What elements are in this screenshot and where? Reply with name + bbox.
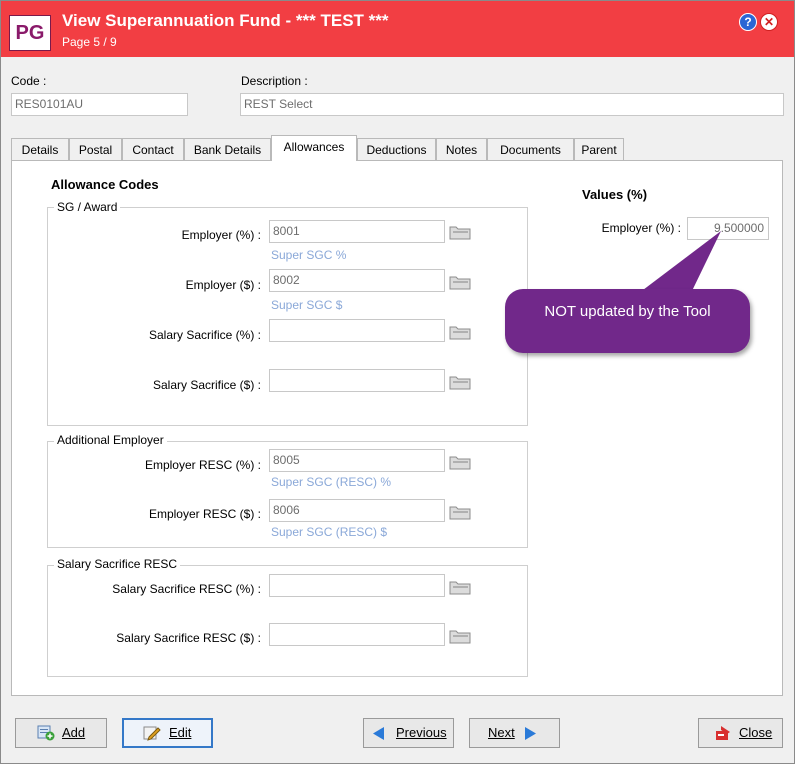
edit-pencil-icon (143, 726, 161, 741)
tab-bank-details[interactable]: Bank Details (184, 138, 271, 160)
next-button[interactable]: Next (469, 718, 560, 748)
app-logo: PG (9, 15, 51, 51)
folder-lookup-icon[interactable] (449, 223, 471, 241)
folder-lookup-icon[interactable] (449, 273, 471, 291)
employer-amt-hint: Super SGC $ (271, 298, 343, 312)
superannuation-fund-window: PG View Superannuation Fund - *** TEST *… (0, 0, 795, 764)
folder-lookup-icon[interactable] (449, 453, 471, 471)
employer-resc-pct-field[interactable]: 8005 (269, 449, 445, 472)
code-label: Code : (11, 74, 47, 88)
tab-documents[interactable]: Documents (487, 138, 574, 160)
tab-allowances[interactable]: Allowances (271, 135, 357, 161)
salary-sacrifice-pct-label: Salary Sacrifice (%) : (148, 328, 261, 342)
employer-resc-amt-field[interactable]: 8006 (269, 499, 445, 522)
values-heading: Values (%) (582, 187, 648, 202)
employer-pct-field[interactable]: 8001 (269, 220, 445, 243)
employer-amt-label: Employer ($) : (185, 278, 261, 292)
employer-resc-pct-label: Employer RESC (%) : (144, 458, 261, 472)
tab-contact[interactable]: Contact (122, 138, 184, 160)
salary-sacrifice-resc-pct-label: Salary Sacrifice RESC (%) : (112, 582, 261, 596)
folder-lookup-icon[interactable] (449, 373, 471, 391)
callout-text: NOT updated by the Tool (544, 303, 711, 320)
salary-sacrifice-resc-group-title: Salary Sacrifice RESC (54, 557, 181, 571)
additional-employer-group-title: Additional Employer (54, 433, 167, 447)
folder-lookup-icon[interactable] (449, 578, 471, 596)
salary-sacrifice-resc-amt-label: Salary Sacrifice RESC ($) : (116, 631, 261, 645)
edit-button[interactable]: Edit (122, 718, 213, 748)
arrow-right-icon (525, 727, 536, 740)
employer-resc-amt-hint: Super SGC (RESC) $ (271, 525, 388, 539)
page-indicator: Page 5 / 9 (62, 35, 117, 49)
code-field[interactable]: RES0101AU (11, 93, 188, 116)
salary-sacrifice-resc-pct-field[interactable] (269, 574, 445, 597)
close-window-icon[interactable]: ✕ (760, 13, 778, 31)
close-button-label: Close (739, 725, 773, 740)
previous-button[interactable]: Previous (363, 718, 454, 748)
description-label: Description : (241, 74, 308, 88)
next-button-label: Next (488, 725, 515, 740)
salary-sacrifice-amt-field[interactable] (269, 369, 445, 392)
employer-resc-amt-label: Employer RESC ($) : (148, 507, 261, 521)
description-field[interactable]: REST Select (240, 93, 784, 116)
allowance-codes-heading: Allowance Codes (51, 177, 159, 192)
callout-bubble: NOT updated by the Tool (505, 289, 750, 353)
tab-details[interactable]: Details (11, 138, 69, 160)
previous-button-label: Previous (396, 725, 447, 740)
arrow-left-icon (373, 727, 384, 740)
employer-amt-field[interactable]: 8002 (269, 269, 445, 292)
window-title: View Superannuation Fund - *** TEST *** (62, 11, 389, 30)
help-icon[interactable]: ? (739, 13, 757, 31)
employer-pct-label: Employer (%) : (181, 228, 261, 242)
folder-lookup-icon[interactable] (449, 627, 471, 645)
folder-lookup-icon[interactable] (449, 503, 471, 521)
salary-sacrifice-pct-field[interactable] (269, 319, 445, 342)
salary-sacrifice-amt-label: Salary Sacrifice ($) : (152, 378, 261, 392)
close-button[interactable]: Close (698, 718, 783, 748)
edit-button-label: Edit (169, 725, 192, 740)
add-record-icon (37, 725, 55, 741)
folder-lookup-icon[interactable] (449, 323, 471, 341)
tab-notes[interactable]: Notes (436, 138, 487, 160)
employer-resc-pct-hint: Super SGC (RESC) % (271, 475, 392, 489)
add-button-label: Add (62, 725, 86, 740)
add-button[interactable]: Add (15, 718, 107, 748)
title-bar: PG View Superannuation Fund - *** TEST *… (1, 1, 794, 57)
sg-award-group-title: SG / Award (54, 200, 121, 214)
tab-deductions[interactable]: Deductions (357, 138, 436, 160)
tab-postal[interactable]: Postal (69, 138, 122, 160)
salary-sacrifice-resc-amt-field[interactable] (269, 623, 445, 646)
employer-pct-hint: Super SGC % (271, 248, 347, 262)
close-exit-icon (716, 726, 730, 740)
tab-parent[interactable]: Parent (574, 138, 624, 160)
